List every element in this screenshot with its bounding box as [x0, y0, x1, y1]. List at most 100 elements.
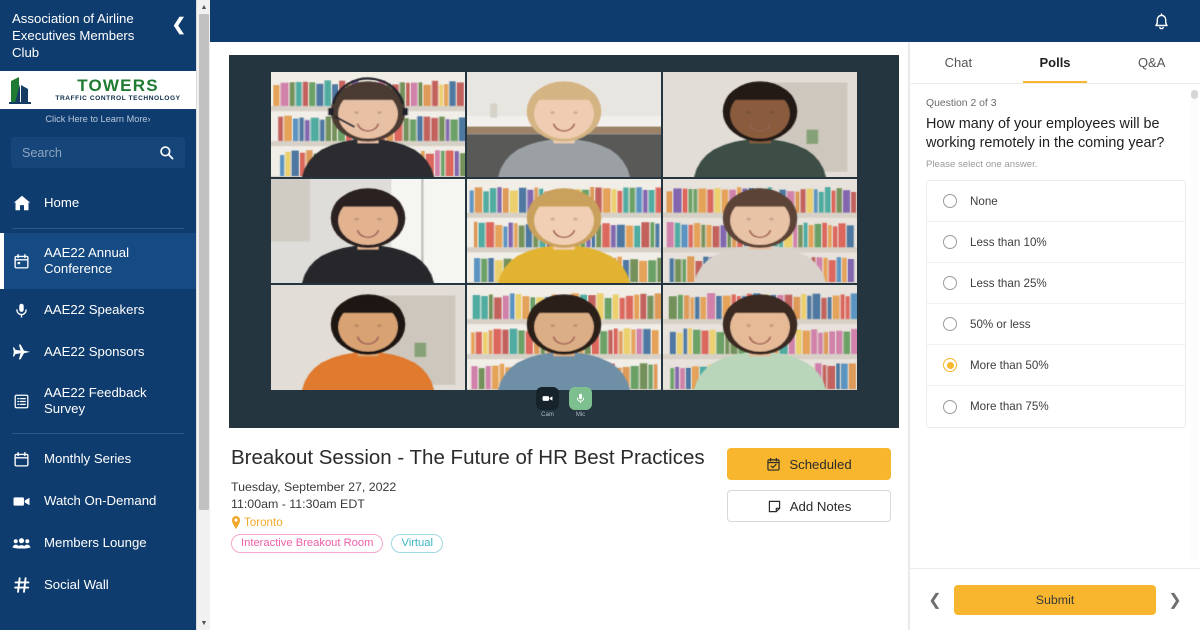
top-bar — [210, 0, 1200, 42]
radio-icon[interactable] — [943, 399, 957, 414]
sidebar-item-members-lounge[interactable]: Members Lounge — [0, 522, 196, 564]
panel-scroll-thumb[interactable] — [1191, 90, 1198, 99]
scheduled-button-label: Scheduled — [789, 456, 852, 472]
participant-tile[interactable] — [663, 72, 857, 177]
org-title: Association of Airline Executives Member… — [12, 11, 135, 60]
poll-footer: ❮ Submit ❯ — [910, 568, 1200, 630]
session-location: Toronto — [231, 516, 727, 529]
panel-scrollbar[interactable] — [1191, 90, 1198, 560]
participant-tile[interactable] — [663, 285, 857, 390]
content-area: Cam Mic Breakout Session - The Future of… — [210, 42, 1200, 630]
ad-tagline: TRAFFIC CONTROL TECHNOLOGY — [55, 95, 181, 103]
calendar-icon — [12, 253, 31, 270]
participant-tile[interactable] — [467, 72, 661, 177]
poll-option-less-than-10[interactable]: Less than 10% — [927, 222, 1185, 263]
hashtag-icon — [12, 576, 31, 594]
participant-tile[interactable] — [663, 178, 857, 284]
poll-option-none[interactable]: None — [927, 181, 1185, 222]
radio-icon-selected[interactable] — [943, 358, 957, 372]
poll-next-button[interactable]: ❯ — [1164, 590, 1186, 610]
camera-icon[interactable] — [536, 387, 559, 410]
scheduled-button[interactable]: Scheduled — [727, 448, 891, 480]
radio-icon[interactable] — [943, 317, 957, 331]
poll-prev-button[interactable]: ❮ — [924, 590, 946, 610]
sidebar-divider — [12, 433, 184, 434]
scroll-up-arrow-icon[interactable]: ▲ — [197, 0, 211, 14]
sidebar-item-label: AAE22 Speakers — [44, 302, 145, 317]
poll-submit-button[interactable]: Submit — [954, 584, 1156, 615]
search-input[interactable] — [22, 145, 159, 160]
ad-text-block: TOWERS TRAFFIC CONTROL TECHNOLOGY — [46, 77, 190, 103]
tag-interactive-breakout-room: Interactive Breakout Room — [231, 534, 384, 553]
home-icon — [12, 194, 31, 212]
tab-qa[interactable]: Q&A — [1103, 42, 1200, 83]
poll-option-label: More than 75% — [970, 400, 1049, 413]
poll-option-50-or-less[interactable]: 50% or less — [927, 304, 1185, 345]
sidebar-item-aae22-feedback-survey[interactable]: AAE22 Feedback Survey — [0, 373, 196, 429]
session-tags: Interactive Breakout Room Virtual — [231, 534, 727, 553]
engagement-panel: Chat Polls Q&A Question 2 of 3 How many … — [909, 42, 1200, 630]
sidebar-scrollbar[interactable]: ▲ ▼ — [196, 0, 210, 630]
sidebar-item-aae22-sponsors[interactable]: AAE22 Sponsors — [0, 331, 196, 373]
sidebar-item-monthly-series[interactable]: Monthly Series — [0, 438, 196, 480]
participant-tile[interactable] — [271, 72, 465, 177]
video-camera-icon — [12, 492, 31, 511]
poll-option-label: None — [970, 194, 998, 208]
session-date: Tuesday, September 27, 2022 — [231, 480, 397, 494]
bell-icon[interactable] — [1151, 11, 1172, 32]
video-conference-area: Cam Mic — [229, 55, 899, 428]
search-box[interactable] — [11, 137, 185, 168]
sidebar-item-label: AAE22 Annual Conference — [44, 245, 130, 276]
main-area: Cam Mic Breakout Session - The Future of… — [210, 0, 1200, 630]
app-root: Association of Airline Executives Member… — [0, 0, 1200, 630]
search-icon[interactable] — [159, 145, 174, 160]
map-pin-icon — [231, 516, 241, 529]
sidebar-item-aae22-speakers[interactable]: AAE22 Speakers — [0, 289, 196, 331]
cam-control[interactable]: Cam — [536, 387, 559, 418]
ad-cta-link[interactable]: Click Here to Learn More› — [0, 109, 196, 131]
poll-submit-label: Submit — [1035, 592, 1075, 607]
people-icon — [12, 534, 31, 553]
microphone-icon[interactable] — [569, 387, 592, 410]
ad-cta-arrow-icon: › — [147, 114, 151, 124]
sponsor-ad-banner[interactable]: TOWERS TRAFFIC CONTROL TECHNOLOGY — [0, 71, 196, 109]
scrollbar-thumb[interactable] — [199, 14, 209, 510]
participant-tile[interactable] — [271, 178, 465, 284]
tab-chat[interactable]: Chat — [910, 42, 1007, 83]
poll-option-less-than-25[interactable]: Less than 25% — [927, 263, 1185, 304]
participant-tile[interactable] — [271, 285, 465, 390]
radio-icon[interactable] — [943, 194, 957, 208]
participant-tile[interactable] — [467, 285, 661, 390]
poll-option-label: Less than 25% — [970, 276, 1047, 290]
session-time: 11:00am - 11:30am EDT — [231, 497, 365, 511]
radio-icon[interactable] — [943, 276, 957, 290]
sidebar-item-label: Watch On-Demand — [44, 493, 157, 508]
poll-options: None Less than 10% Less than 25% 50% or … — [926, 180, 1186, 428]
panel-scroll-track — [1191, 90, 1198, 560]
poll-option-more-than-75[interactable]: More than 75% — [927, 386, 1185, 427]
mic-control[interactable]: Mic — [569, 387, 592, 418]
search-container — [0, 131, 196, 182]
add-notes-button[interactable]: Add Notes — [727, 490, 891, 522]
participant-tile[interactable] — [467, 178, 661, 284]
note-icon — [767, 499, 782, 514]
tab-qa-label: Q&A — [1137, 55, 1166, 70]
sidebar-item-social-wall[interactable]: Social Wall — [0, 564, 196, 606]
poll-option-label: More than 50% — [970, 358, 1049, 372]
sidebar-item-home[interactable]: Home — [0, 182, 196, 224]
panel-tabs: Chat Polls Q&A — [910, 42, 1200, 84]
sidebar-item-watch-on-demand[interactable]: Watch On-Demand — [0, 480, 196, 522]
sidebar-divider — [12, 228, 184, 229]
radio-icon[interactable] — [943, 235, 957, 249]
poll-question-text: How many of your employees will be worki… — [926, 116, 1165, 151]
scroll-down-arrow-icon[interactable]: ▼ — [197, 616, 211, 630]
tab-polls[interactable]: Polls — [1007, 42, 1104, 83]
sidebar-item-aae22-annual-conference[interactable]: AAE22 Annual Conference — [0, 233, 196, 289]
sidebar-collapse-icon[interactable]: ❮ — [172, 16, 186, 33]
sidebar: Association of Airline Executives Member… — [0, 0, 196, 630]
poll-question-counter: Question 2 of 3 — [926, 98, 997, 109]
session-actions: Scheduled Add Notes — [727, 446, 891, 553]
airplane-icon — [12, 343, 31, 362]
add-notes-button-label: Add Notes — [789, 498, 852, 514]
poll-option-more-than-50[interactable]: More than 50% — [927, 345, 1185, 386]
